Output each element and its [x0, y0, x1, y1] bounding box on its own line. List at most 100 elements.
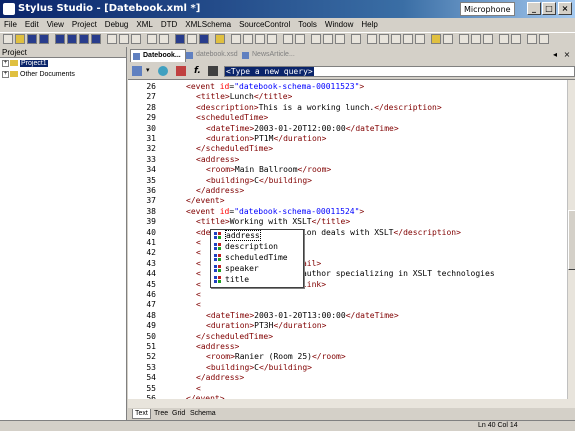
window-layout-icon-1[interactable] [55, 34, 65, 44]
validate-icon[interactable] [199, 34, 209, 44]
debug-start-icon[interactable] [367, 34, 377, 44]
binoculars-icon[interactable] [267, 34, 277, 44]
code-line[interactable]: 35 <building>C</building> [128, 176, 312, 186]
code-line[interactable]: 34 <room>Main Ballroom</room> [128, 165, 331, 175]
code-line[interactable]: 30 <dateTime>2003-01-20T12:00:00</dateTim… [128, 124, 398, 134]
menu-window[interactable]: Window [321, 18, 357, 32]
debug-step-icon[interactable] [379, 34, 389, 44]
tab-grid[interactable]: Grid [170, 409, 187, 419]
menu-tools[interactable]: Tools [294, 18, 321, 32]
refresh-query-icon[interactable] [158, 66, 168, 76]
code-line[interactable]: 44 < llison is an author specializing in … [128, 269, 494, 279]
menu-xml[interactable]: XML [132, 18, 156, 32]
paste-icon[interactable] [131, 34, 141, 44]
tab-datebook-xml[interactable]: Datebook... [130, 49, 186, 62]
code-line[interactable]: 46 < [128, 290, 200, 300]
print-icon[interactable] [175, 34, 185, 44]
find-icon[interactable] [231, 34, 241, 44]
scrollbar-thumb[interactable] [568, 210, 575, 270]
undo-icon[interactable] [147, 34, 157, 44]
outdent-icon[interactable] [295, 34, 305, 44]
cut-icon[interactable] [107, 34, 117, 44]
copy-icon[interactable] [119, 34, 129, 44]
profile-icon[interactable] [527, 34, 537, 44]
debug-step-into-icon[interactable] [391, 34, 401, 44]
code-line[interactable]: 27 <title>Lunch</title> [128, 92, 292, 102]
output-icon[interactable] [499, 34, 509, 44]
menu-xmlschema[interactable]: XMLSchema [181, 18, 235, 32]
code-line[interactable]: 38 <event id="datebook-schema-00011524"> [128, 207, 364, 217]
print-preview-icon[interactable] [187, 34, 197, 44]
code-line[interactable]: 51 <address> [128, 342, 239, 352]
window-layout-icon-2[interactable] [67, 34, 77, 44]
next-bookmark-icon[interactable] [323, 34, 333, 44]
code-line[interactable]: 41 < [128, 238, 200, 248]
call-stack-icon[interactable] [483, 34, 493, 44]
menu-view[interactable]: View [43, 18, 68, 32]
menu-edit[interactable]: Edit [21, 18, 43, 32]
menu-debug[interactable]: Debug [101, 18, 133, 32]
code-line[interactable]: 29 <scheduledTime> [128, 113, 268, 123]
window-layout-icon-3[interactable] [79, 34, 89, 44]
tab-schema[interactable]: Schema [188, 409, 218, 419]
tab-datebook-xsd[interactable]: datebook.xsd [184, 49, 242, 62]
watch-icon[interactable] [459, 34, 469, 44]
code-line[interactable]: 50 </scheduledTime> [128, 332, 273, 342]
redo-icon[interactable] [159, 34, 169, 44]
code-line[interactable]: 33 <address> [128, 155, 239, 165]
run-query-icon[interactable] [208, 66, 218, 76]
breakpoint-icon[interactable] [443, 34, 453, 44]
menu-file[interactable]: File [0, 18, 21, 32]
autocomplete-item[interactable]: description [211, 241, 303, 252]
code-line[interactable]: 37 </event> [128, 196, 224, 206]
variables-icon[interactable] [471, 34, 481, 44]
code-line[interactable]: 39 <title>Working with XSLT</title> [128, 217, 350, 227]
tab-close-icon[interactable]: × [562, 50, 572, 60]
code-line[interactable]: 48 <dateTime>2003-01-20T13:00:00</dateTim… [128, 311, 398, 321]
menu-project[interactable]: Project [68, 18, 101, 32]
find-next-icon[interactable] [243, 34, 253, 44]
expand-icon[interactable]: + [2, 60, 9, 67]
autocomplete-item[interactable]: title [211, 274, 303, 285]
code-line[interactable]: 32 </scheduledTime> [128, 144, 273, 154]
tree-item-project1[interactable]: + Project1 [0, 58, 126, 69]
replace-icon[interactable] [255, 34, 265, 44]
code-line[interactable]: 52 <room>Ranier (Room 25)</room> [128, 352, 345, 362]
vertical-scrollbar[interactable] [567, 80, 575, 399]
language-bar-microphone[interactable]: Microphone [460, 2, 515, 16]
close-button[interactable]: × [558, 2, 572, 15]
menu-dtd[interactable]: DTD [157, 18, 181, 32]
expand-icon[interactable]: + [2, 71, 9, 78]
tab-text[interactable]: Text [132, 409, 151, 419]
code-editor[interactable]: 26 <event id="datebook-schema-00011523"> 2… [128, 80, 567, 399]
new-file-icon[interactable] [3, 34, 13, 44]
autocomplete-item[interactable]: speaker [211, 263, 303, 274]
save-all-icon[interactable] [39, 34, 49, 44]
debug-step-out-icon[interactable] [403, 34, 413, 44]
code-line[interactable]: 26 <event id="datebook-schema-00011523"> [128, 82, 364, 92]
help-icon[interactable] [215, 34, 225, 44]
menu-help[interactable]: Help [357, 18, 381, 32]
prev-bookmark-icon[interactable] [335, 34, 345, 44]
query-dropdown-icon[interactable]: ▾ [146, 66, 156, 76]
query-input[interactable]: <Type a new query> [224, 66, 575, 77]
code-line[interactable]: 49 <duration>PT3H</duration> [128, 321, 326, 331]
code-line[interactable]: 28 <description>This is a working lunch.<… [128, 103, 441, 113]
tab-tree[interactable]: Tree [152, 409, 170, 419]
tree-item-other-documents[interactable]: + Other Documents [0, 69, 126, 80]
indent-icon[interactable] [283, 34, 293, 44]
code-line[interactable]: 31 <duration>PT1M</duration> [128, 134, 326, 144]
open-folder-icon[interactable] [15, 34, 25, 44]
tab-scroll-left-icon[interactable]: ◂ [550, 50, 560, 60]
query-type-icon[interactable] [132, 66, 142, 76]
trace-icon[interactable] [511, 34, 521, 44]
code-line[interactable]: 53 <building>C</building> [128, 363, 312, 373]
code-line[interactable]: 55 < [128, 384, 200, 394]
debug-stop-icon[interactable] [415, 34, 425, 44]
clear-bookmarks-icon[interactable] [351, 34, 361, 44]
tab-newsarticle[interactable]: NewsArticle... [240, 49, 299, 62]
autocomplete-item[interactable]: scheduledTime [211, 252, 303, 263]
function-icon[interactable]: f. [194, 66, 204, 76]
stop-query-icon[interactable] [176, 66, 186, 76]
bookmark-icon[interactable] [311, 34, 321, 44]
